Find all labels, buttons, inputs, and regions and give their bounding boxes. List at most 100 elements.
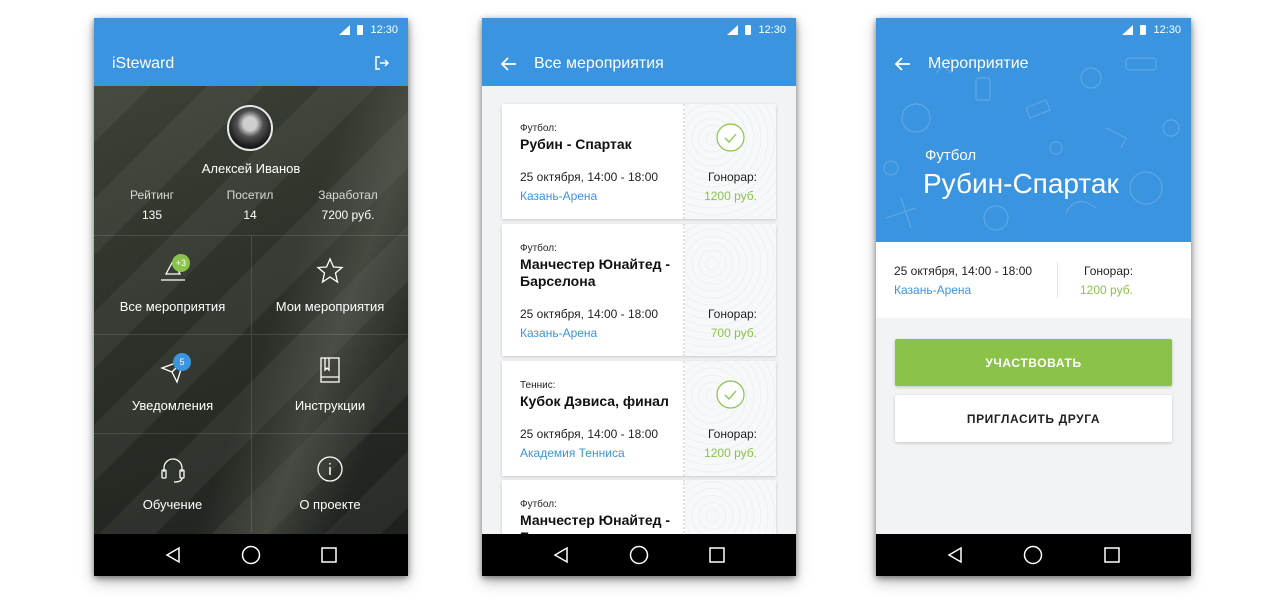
avatar[interactable] bbox=[227, 105, 273, 151]
menu-label: Все мероприятия bbox=[119, 299, 226, 314]
info-icon bbox=[317, 456, 343, 482]
menu-label: О проекте bbox=[299, 497, 361, 512]
event-sport: Теннис: bbox=[520, 380, 556, 391]
fee-value: 1200 руб. bbox=[704, 446, 757, 460]
event-venue[interactable]: Казань-Арена bbox=[894, 283, 971, 297]
card-divider bbox=[683, 224, 685, 356]
stat-value: 7200 руб. bbox=[321, 208, 375, 222]
nav-home-icon[interactable] bbox=[241, 545, 261, 565]
back-arrow-icon[interactable] bbox=[894, 55, 912, 73]
back-arrow-icon[interactable] bbox=[500, 55, 518, 73]
info-divider bbox=[1057, 262, 1058, 298]
nav-back-icon[interactable] bbox=[946, 546, 964, 564]
system-nav-bar bbox=[482, 534, 796, 576]
card-divider bbox=[683, 361, 685, 476]
check-icon bbox=[716, 123, 745, 152]
menu-label: Обучение bbox=[142, 497, 203, 512]
fee-label: Гонорар: bbox=[1084, 264, 1134, 278]
menu-my-events[interactable]: Мои мероприятия bbox=[251, 235, 408, 334]
stat-rating: Рейтинг 135 bbox=[100, 188, 204, 222]
status-bar: 12:30 bbox=[876, 18, 1191, 41]
nav-home-icon[interactable] bbox=[629, 545, 649, 565]
fee-value: 1200 руб. bbox=[704, 189, 757, 203]
page-title: Мероприятие bbox=[928, 54, 1029, 72]
event-card[interactable]: Футбол: Манчестер Юнайтед - Барселона 25… bbox=[502, 224, 776, 356]
app-bar: Все мероприятия bbox=[482, 41, 796, 86]
phone-screen-home: 12:30 iSteward Алексей Иванов Рейтинг 13… bbox=[94, 18, 408, 576]
battery-icon bbox=[745, 24, 752, 35]
menu-label: Инструкции bbox=[294, 398, 366, 413]
invite-friend-button[interactable]: ПРИГЛАСИТЬ ДРУГА bbox=[895, 395, 1172, 442]
fee-value: 1200 руб. bbox=[1080, 283, 1133, 297]
signal-icon bbox=[339, 24, 351, 35]
menu-training[interactable]: Обучение bbox=[94, 433, 251, 532]
event-date: 25 октября, 14:00 - 18:00 bbox=[894, 264, 1033, 278]
badge: +3 bbox=[172, 254, 190, 272]
nav-recents-icon[interactable] bbox=[1103, 546, 1121, 564]
event-title: Рубин-Спартак bbox=[923, 168, 1119, 199]
page-title: Все мероприятия bbox=[534, 54, 664, 72]
menu-notifications[interactable]: 5 Уведомления bbox=[94, 334, 251, 433]
event-title: Манчестер Юнайтед - Барселона bbox=[520, 256, 671, 289]
fee-label: Гонорар: bbox=[707, 170, 757, 184]
signal-icon bbox=[1122, 24, 1134, 35]
event-title: Кубок Дэвиса, финал bbox=[520, 393, 669, 409]
stat-label: Заработал bbox=[318, 188, 378, 202]
app-bar: iSteward bbox=[94, 41, 408, 86]
app-title: iSteward bbox=[112, 54, 175, 72]
status-bar: 12:30 bbox=[94, 18, 408, 41]
check-icon bbox=[716, 380, 745, 409]
fee-label: Гонорар: bbox=[707, 427, 757, 441]
stat-label: Рейтинг bbox=[129, 188, 175, 202]
logout-icon[interactable] bbox=[374, 55, 390, 71]
menu-all-events[interactable]: +3 Все мероприятия bbox=[94, 235, 251, 334]
battery-icon bbox=[357, 24, 364, 35]
participate-button[interactable]: УЧАСТВОВАТЬ bbox=[895, 339, 1172, 386]
stat-value: 135 bbox=[141, 208, 163, 222]
event-sport: Футбол bbox=[925, 147, 977, 164]
event-date: 25 октября, 14:00 - 18:00 bbox=[520, 170, 659, 184]
signal-icon bbox=[727, 24, 739, 35]
menu-instructions[interactable]: Инструкции bbox=[251, 334, 408, 433]
event-sport: Футбол: bbox=[520, 499, 557, 510]
stat-label: Посетил bbox=[226, 188, 274, 202]
event-venue[interactable]: Академия Тенниса bbox=[520, 446, 625, 460]
menu-label: Уведомления bbox=[131, 398, 214, 413]
nav-back-icon[interactable] bbox=[164, 546, 182, 564]
phone-screen-event-detail: 12:30 Мероприятие Футбол Рубин-Спартак 2… bbox=[876, 18, 1191, 576]
star-icon bbox=[316, 257, 344, 284]
battery-icon bbox=[1140, 24, 1147, 35]
badge: 5 bbox=[173, 353, 191, 371]
stat-value: 14 bbox=[243, 208, 257, 222]
menu-about[interactable]: О проекте bbox=[251, 433, 408, 532]
stat-earned: Заработал 7200 руб. bbox=[296, 188, 400, 222]
user-name: Алексей Иванов bbox=[201, 161, 301, 176]
event-hero: 12:30 Мероприятие Футбол Рубин-Спартак bbox=[876, 18, 1191, 242]
menu-label: Мои мероприятия bbox=[275, 299, 385, 314]
fee-label: Гонорар: bbox=[707, 307, 757, 321]
fee-value: 700 руб. bbox=[710, 326, 757, 340]
nav-home-icon[interactable] bbox=[1023, 545, 1043, 565]
event-card[interactable]: Футбол: Рубин - Спартак 25 октября, 14:0… bbox=[502, 104, 776, 219]
event-venue[interactable]: Казань-Арена bbox=[520, 326, 597, 340]
nav-back-icon[interactable] bbox=[552, 546, 570, 564]
app-bar: Мероприятие bbox=[876, 41, 1191, 86]
event-card[interactable]: Теннис: Кубок Дэвиса, финал 25 октября, … bbox=[502, 361, 776, 476]
card-divider bbox=[683, 104, 685, 219]
event-date: 25 октября, 14:00 - 18:00 bbox=[520, 307, 659, 321]
event-sport: Футбол: bbox=[520, 123, 557, 134]
system-nav-bar bbox=[94, 534, 408, 576]
event-sport: Футбол: bbox=[520, 243, 557, 254]
nav-recents-icon[interactable] bbox=[708, 546, 726, 564]
status-time: 12:30 bbox=[758, 23, 786, 36]
status-time: 12:30 bbox=[1153, 23, 1181, 36]
event-title: Рубин - Спартак bbox=[520, 136, 632, 152]
phone-screen-events-list: 12:30 Все мероприятия Футбол: Рубин - Сп… bbox=[482, 18, 796, 576]
event-info: 25 октября, 14:00 - 18:00 Казань-Арена Г… bbox=[876, 242, 1191, 318]
status-time: 12:30 bbox=[370, 23, 398, 36]
nav-recents-icon[interactable] bbox=[320, 546, 338, 564]
headset-icon bbox=[160, 458, 185, 483]
stat-visited: Посетил 14 bbox=[198, 188, 302, 222]
book-icon bbox=[320, 357, 340, 383]
event-venue[interactable]: Казань-Арена bbox=[520, 189, 597, 203]
